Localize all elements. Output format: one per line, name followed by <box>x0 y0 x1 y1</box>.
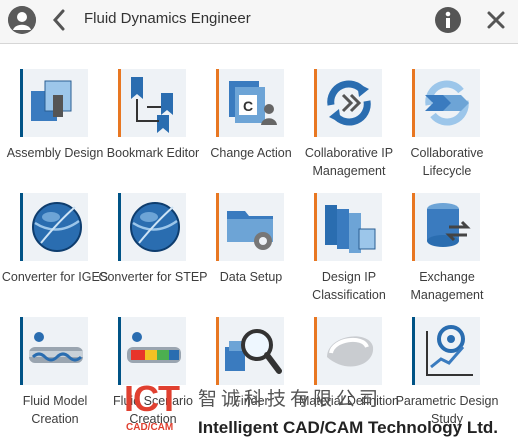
close-icon[interactable] <box>486 10 506 30</box>
app-tile-converter-step[interactable]: Converter for STEP <box>98 168 208 288</box>
app-tile-bookmark-editor[interactable]: Bookmark Editor <box>98 44 199 164</box>
app-label: Parametric Design Study <box>395 394 499 426</box>
app-label: Converter for IGES <box>1 270 109 284</box>
avatar-icon[interactable] <box>8 6 36 34</box>
app-tile-parametric-design-study[interactable]: Parametric Design Study <box>392 292 498 426</box>
app-label: Bookmark Editor <box>106 146 200 160</box>
magnifier-icon <box>216 317 284 385</box>
material-sphere-icon <box>314 317 382 385</box>
app-label: Assembly Design <box>6 146 104 160</box>
app-label: Data Setup <box>219 270 283 284</box>
app-label: Material Definition <box>298 394 400 408</box>
app-tile-exchange-management[interactable]: Exchange Management <box>392 168 490 302</box>
app-header: Fluid Dynamics Engineer <box>0 0 518 44</box>
app-tile-material-definition[interactable]: Material Definition <box>294 292 399 412</box>
app-tile-finder[interactable]: Finder <box>196 292 294 412</box>
fluid-pipe-icon <box>20 317 88 385</box>
info-icon[interactable] <box>434 6 462 34</box>
app-label: Change Action <box>210 146 292 160</box>
collaborative-ip-icon <box>314 69 382 137</box>
database-exchange-icon <box>412 193 480 261</box>
app-label: Fluid Scenario Creation <box>113 394 193 426</box>
app-grid: Assembly Design Bookmark Editor C Change… <box>0 44 518 444</box>
app-tile-fluid-scenario-creation[interactable]: Fluid Scenario Creation <box>98 292 196 426</box>
app-tile-change-action[interactable]: C Change Action <box>196 44 294 164</box>
bookmark-editor-icon <box>118 69 186 137</box>
app-tile-fluid-model-creation[interactable]: Fluid Model Creation <box>0 292 98 426</box>
folder-gear-icon <box>216 193 284 261</box>
svg-text:C: C <box>243 98 253 114</box>
assembly-design-icon <box>20 69 88 137</box>
app-label: Fluid Model Creation <box>22 394 88 426</box>
app-label: Converter for STEP <box>98 270 208 284</box>
classification-icon <box>314 193 382 261</box>
app-tile-collaborative-lifecycle[interactable]: Collaborative Lifecycle <box>392 44 490 178</box>
change-action-icon: C <box>216 69 284 137</box>
globe-icon <box>118 193 186 261</box>
globe-icon <box>20 193 88 261</box>
collaborative-lifecycle-icon <box>412 69 480 137</box>
app-tile-design-ip-classification[interactable]: Design IP Classification <box>294 168 392 302</box>
page-title: Fluid Dynamics Engineer <box>84 10 251 27</box>
app-tile-assembly-design[interactable]: Assembly Design <box>0 44 103 164</box>
app-tile-collaborative-ip[interactable]: Collaborative IP Management <box>294 44 393 178</box>
app-tile-converter-iges[interactable]: Converter for IGES <box>0 168 108 288</box>
fluid-scenario-icon <box>118 317 186 385</box>
app-label: Finder <box>233 394 269 408</box>
back-chevron-icon[interactable] <box>50 8 68 32</box>
app-tile-data-setup[interactable]: Data Setup <box>196 168 294 288</box>
parametric-study-icon <box>412 317 480 385</box>
